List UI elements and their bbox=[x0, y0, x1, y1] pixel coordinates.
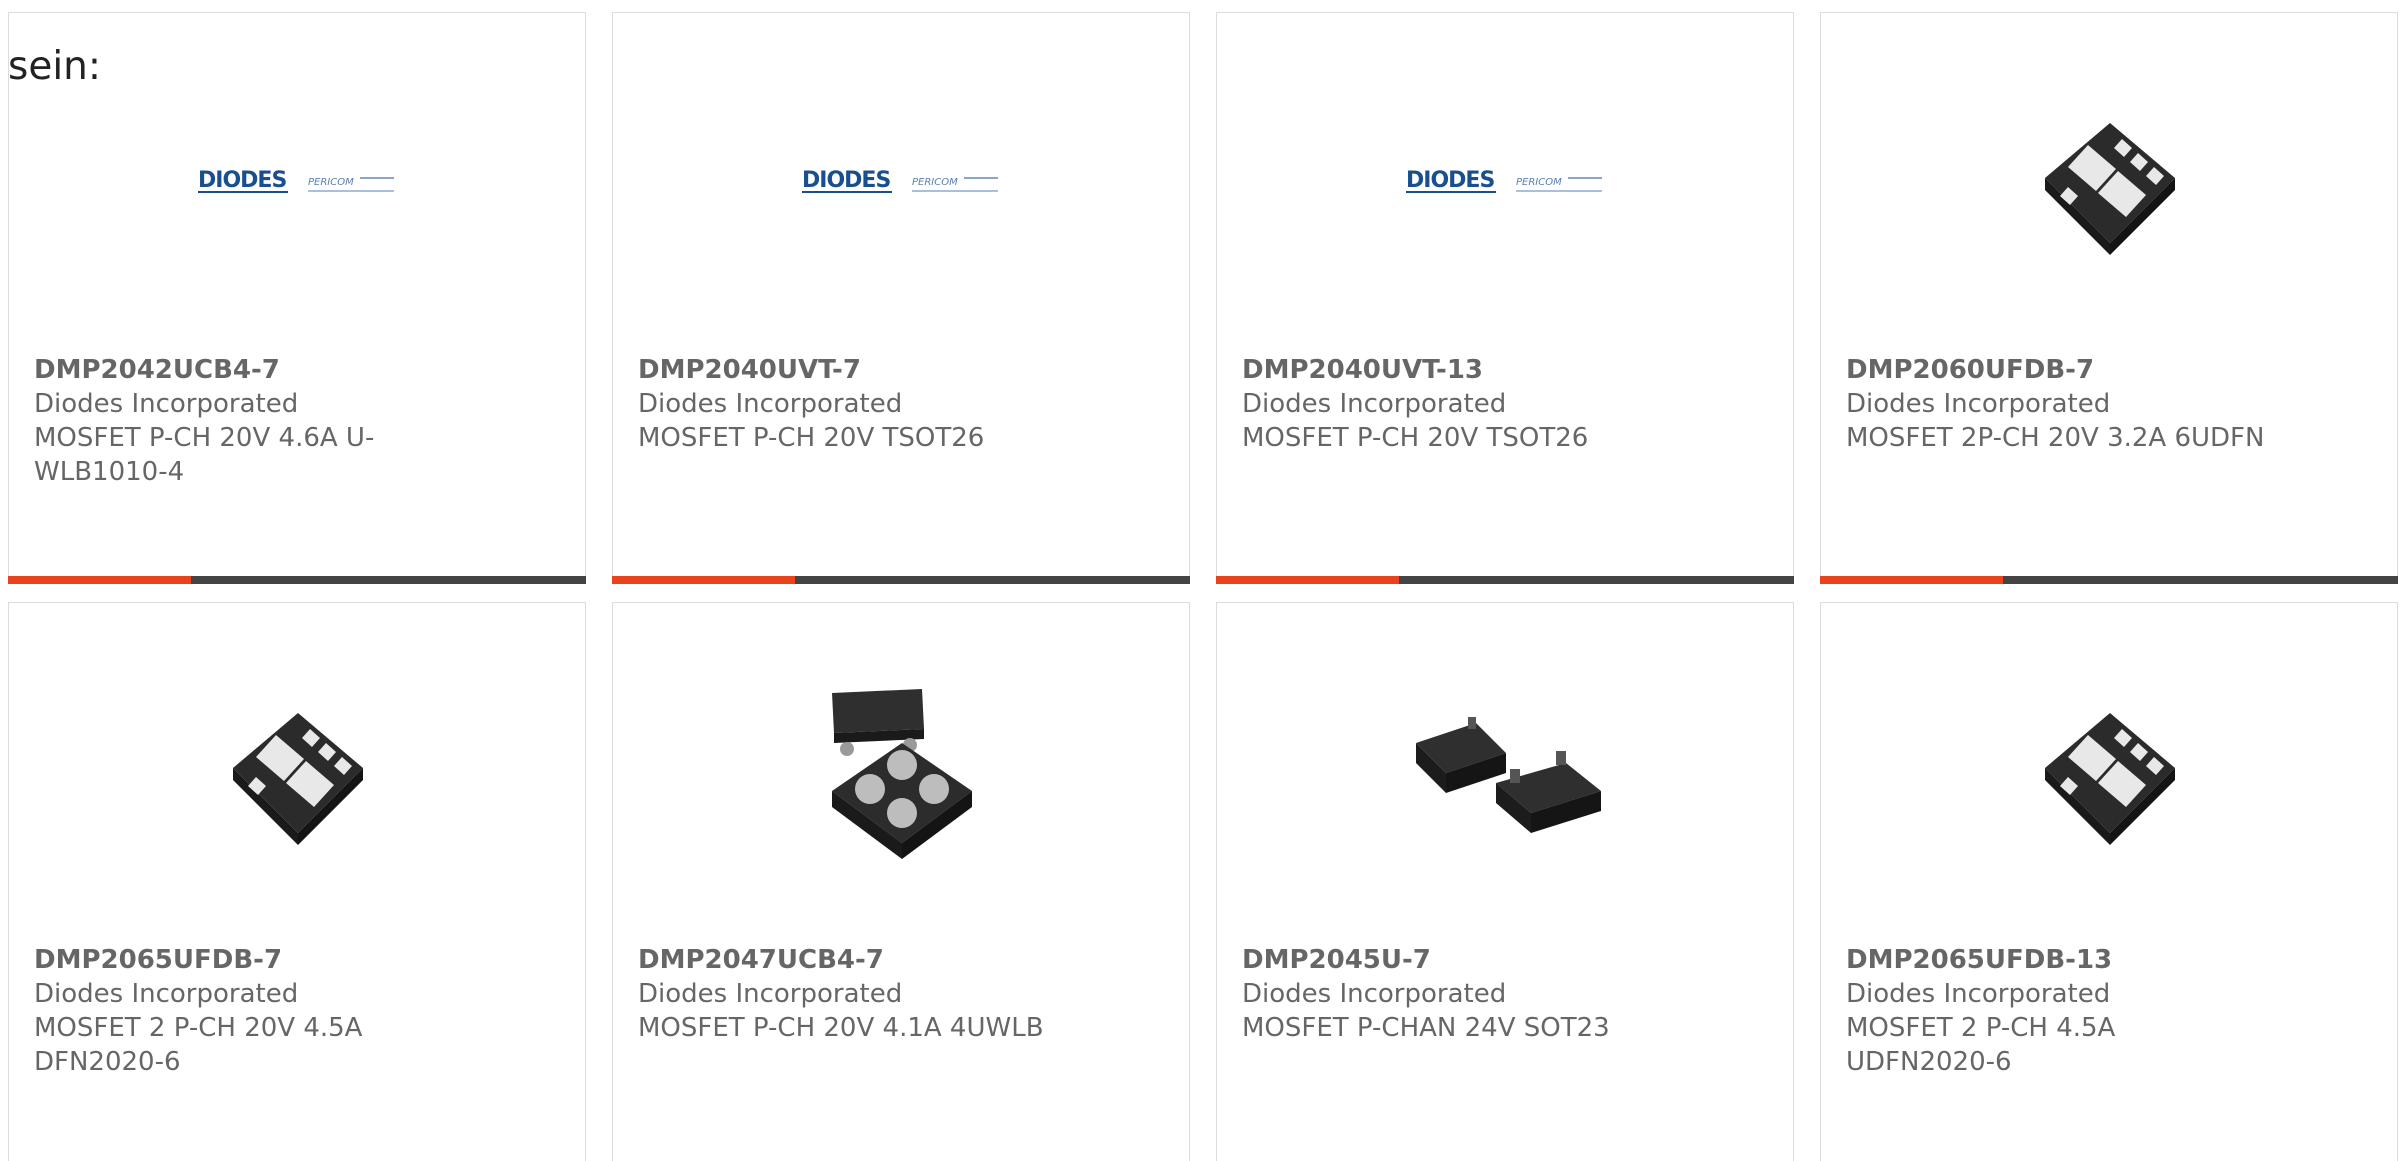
product-card[interactable]: DMP2047UCB4-7 Diodes Incorporated MOSFET… bbox=[612, 602, 1190, 1161]
product-grid: DIODES PERICOM DMP2042UCB4-7 Diodes Inco… bbox=[0, 0, 2400, 1161]
product-info: DMP2042UCB4-7 Diodes Incorporated MOSFET… bbox=[34, 353, 454, 489]
svg-text:PERICOM: PERICOM bbox=[1516, 177, 1562, 188]
udfn-6-package-icon bbox=[2045, 123, 2175, 255]
manufacturer-name: Diodes Incorporated bbox=[1846, 389, 2111, 419]
part-number-link[interactable]: DMP2047UCB4-7 bbox=[638, 943, 1058, 977]
product-image[interactable] bbox=[198, 673, 398, 873]
part-number-link[interactable]: DMP2040UVT-7 bbox=[638, 353, 1058, 387]
svg-text:DIODES: DIODES bbox=[1406, 168, 1494, 193]
product-image[interactable]: DIODES PERICOM bbox=[198, 83, 398, 283]
manufacturer-name: Diodes Incorporated bbox=[34, 979, 299, 1009]
product-image[interactable]: DIODES PERICOM bbox=[1406, 83, 1606, 283]
diodes-pericom-logo-icon: DIODES PERICOM bbox=[1406, 168, 1602, 193]
card-bottom-bar bbox=[1216, 576, 1794, 584]
product-info: DMP2065UFDB-13 Diodes Incorporated MOSFE… bbox=[1846, 943, 2266, 1079]
card-accent-bar bbox=[8, 576, 191, 584]
product-image[interactable]: DIODES PERICOM bbox=[802, 83, 1002, 283]
manufacturer-name: Diodes Incorporated bbox=[638, 389, 903, 419]
diodes-pericom-logo-icon: DIODES PERICOM bbox=[198, 168, 394, 193]
product-card[interactable]: DMP2060UFDB-7 Diodes Incorporated MOSFET… bbox=[1820, 12, 2398, 584]
wlb-4-package-icon bbox=[832, 689, 972, 859]
svg-text:PERICOM: PERICOM bbox=[912, 177, 958, 188]
product-info: DMP2040UVT-13 Diodes Incorporated MOSFET… bbox=[1242, 353, 1662, 455]
product-info: DMP2060UFDB-7 Diodes Incorporated MOSFET… bbox=[1846, 353, 2266, 455]
product-card[interactable]: DIODES PERICOM DMP2040UVT-7 Diodes Incor… bbox=[612, 12, 1190, 584]
part-number-link[interactable]: DMP2042UCB4-7 bbox=[34, 353, 454, 387]
part-number-link[interactable]: DMP2060UFDB-7 bbox=[1846, 353, 2266, 387]
product-description: MOSFET P-CH 20V 4.6A U-WLB1010-4 bbox=[34, 423, 375, 487]
part-number-link[interactable]: DMP2040UVT-13 bbox=[1242, 353, 1662, 387]
product-description: MOSFET 2 P-CH 4.5A UDFN2020-6 bbox=[1846, 1013, 2116, 1077]
svg-text:DIODES: DIODES bbox=[198, 168, 286, 193]
card-accent-bar bbox=[612, 576, 795, 584]
product-card[interactable]: DMP2045U-7 Diodes Incorporated MOSFET P-… bbox=[1216, 602, 1794, 1161]
intro-text: sein: bbox=[8, 44, 102, 89]
svg-text:DIODES: DIODES bbox=[802, 168, 890, 193]
manufacturer-name: Diodes Incorporated bbox=[1846, 979, 2111, 1009]
product-info: DMP2045U-7 Diodes Incorporated MOSFET P-… bbox=[1242, 943, 1662, 1045]
diodes-pericom-logo-icon: DIODES PERICOM bbox=[802, 168, 998, 193]
card-accent-bar bbox=[1216, 576, 1399, 584]
sot23-package-icon bbox=[1416, 717, 1601, 833]
card-bottom-bar bbox=[8, 576, 586, 584]
product-description: MOSFET 2 P-CH 20V 4.5A DFN2020-6 bbox=[34, 1013, 363, 1077]
manufacturer-name: Diodes Incorporated bbox=[34, 389, 299, 419]
product-card[interactable]: DIODES PERICOM DMP2042UCB4-7 Diodes Inco… bbox=[8, 12, 586, 584]
part-number-link[interactable]: DMP2045U-7 bbox=[1242, 943, 1662, 977]
card-accent-bar bbox=[1820, 576, 2003, 584]
product-description: MOSFET P-CH 20V TSOT26 bbox=[1242, 423, 1589, 453]
product-image[interactable] bbox=[1406, 673, 1606, 873]
product-image[interactable] bbox=[2010, 83, 2210, 283]
part-number-link[interactable]: DMP2065UFDB-7 bbox=[34, 943, 454, 977]
product-grid-page: sein: DIODES PERICOM DMP2042UCB4-7 Diode… bbox=[0, 0, 2400, 1161]
card-bottom-bar bbox=[612, 576, 1190, 584]
svg-text:PERICOM: PERICOM bbox=[308, 177, 354, 188]
udfn-6-package-icon bbox=[2045, 713, 2175, 845]
card-bottom-bar bbox=[1820, 576, 2398, 584]
product-image[interactable] bbox=[2010, 673, 2210, 873]
part-number-link[interactable]: DMP2065UFDB-13 bbox=[1846, 943, 2266, 977]
product-image[interactable] bbox=[802, 673, 1002, 873]
manufacturer-name: Diodes Incorporated bbox=[1242, 979, 1507, 1009]
product-info: DMP2065UFDB-7 Diodes Incorporated MOSFET… bbox=[34, 943, 454, 1079]
product-info: DMP2047UCB4-7 Diodes Incorporated MOSFET… bbox=[638, 943, 1058, 1045]
product-card[interactable]: DMP2065UFDB-13 Diodes Incorporated MOSFE… bbox=[1820, 602, 2398, 1161]
product-description: MOSFET P-CHAN 24V SOT23 bbox=[1242, 1013, 1610, 1043]
product-description: MOSFET 2P-CH 20V 3.2A 6UDFN bbox=[1846, 423, 2265, 453]
product-card[interactable]: DMP2065UFDB-7 Diodes Incorporated MOSFET… bbox=[8, 602, 586, 1161]
product-card[interactable]: DIODES PERICOM DMP2040UVT-13 Diodes Inco… bbox=[1216, 12, 1794, 584]
manufacturer-name: Diodes Incorporated bbox=[638, 979, 903, 1009]
udfn-6-package-icon bbox=[233, 713, 363, 845]
product-description: MOSFET P-CH 20V TSOT26 bbox=[638, 423, 985, 453]
manufacturer-name: Diodes Incorporated bbox=[1242, 389, 1507, 419]
product-info: DMP2040UVT-7 Diodes Incorporated MOSFET … bbox=[638, 353, 1058, 455]
product-description: MOSFET P-CH 20V 4.1A 4UWLB bbox=[638, 1013, 1044, 1043]
